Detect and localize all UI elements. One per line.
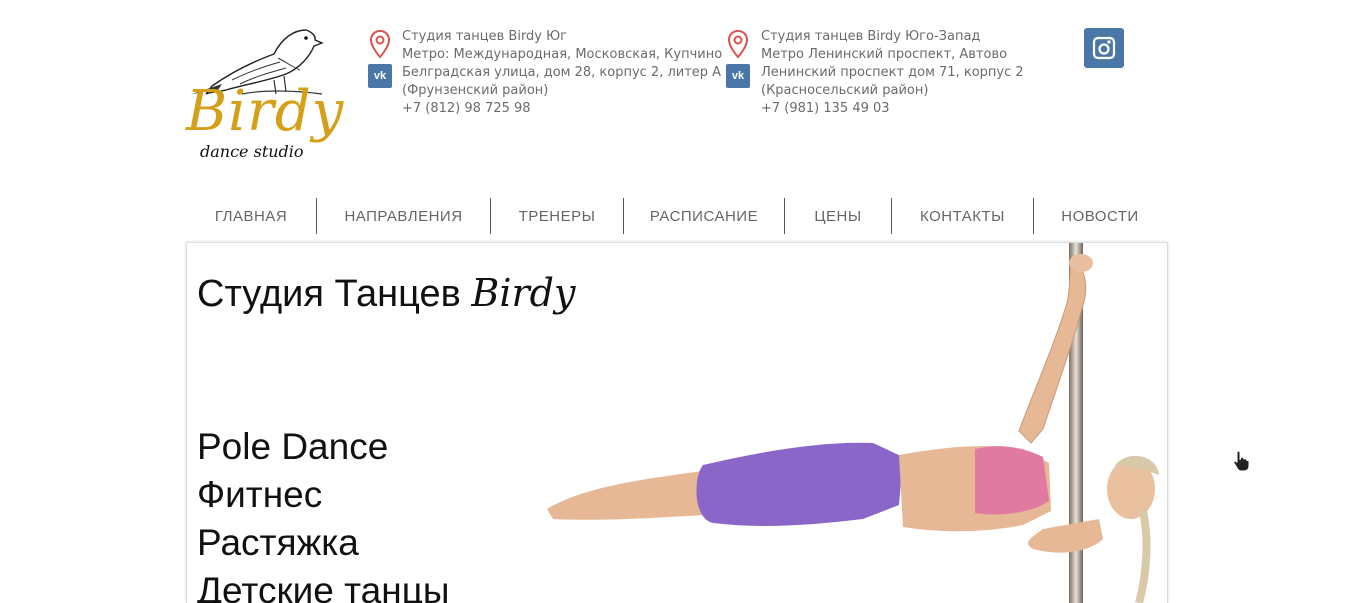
instagram-icon [1092, 36, 1116, 60]
contact-southwest: Студия танцев Birdy Юго-Запад Метро Лени… [761, 28, 1024, 118]
service-item[interactable]: Детские танцы [197, 567, 449, 603]
service-item[interactable]: Фитнес [197, 471, 449, 519]
contact-address: Ленинский проспект дом 71, корпус 2 [761, 65, 1024, 80]
nav-directions[interactable]: НАПРАВЛЕНИЯ [317, 198, 490, 234]
contact-district: (Красносельский район) [761, 83, 929, 98]
pole-dancer-image [547, 243, 1159, 603]
nav-schedule[interactable]: РАСПИСАНИЕ [624, 198, 784, 234]
logo-subtitle: dance studio [200, 142, 304, 161]
main-nav: ГЛАВНАЯ НАПРАВЛЕНИЯ ТРЕНЕРЫ РАСПИСАНИЕ Ц… [186, 198, 1166, 234]
contact-district: (Фрунзенский район) [402, 83, 549, 98]
contact-title: Студия танцев Birdy Юго-Запад [761, 29, 981, 44]
contact-phone[interactable]: +7 (812) 98 725 98 [402, 100, 722, 118]
contact-south: Студия танцев Birdy Юг Метро: Международ… [402, 28, 722, 118]
contact-address: Белградская улица, дом 28, корпус 2, лит… [402, 65, 722, 80]
contact-title: Студия танцев Birdy Юг [402, 29, 568, 44]
location-pin-icon [369, 29, 391, 59]
hero-title-text: Студия Танцев [197, 273, 472, 315]
nav-news[interactable]: НОВОСТИ [1034, 198, 1166, 234]
instagram-button[interactable] [1084, 28, 1124, 68]
logo-wordmark: Birdy [186, 79, 345, 144]
contact-metro: Метро Ленинский проспект, Автово [761, 47, 1008, 62]
hero-title: Студия Танцев Birdy [197, 271, 575, 316]
nav-contacts[interactable]: КОНТАКТЫ [892, 198, 1033, 234]
hand-cursor-icon [1233, 450, 1250, 472]
nav-trainers[interactable]: ТРЕНЕРЫ [491, 198, 623, 234]
contact-metro: Метро: Международная, Московская, Купчин… [402, 47, 723, 62]
location-pin-icon [727, 29, 749, 59]
nav-home[interactable]: ГЛАВНАЯ [186, 198, 316, 234]
contact-phone[interactable]: +7 (981) 135 49 03 [761, 100, 1024, 118]
service-item[interactable]: Pole Dance [197, 423, 449, 471]
vk-icon[interactable]: vk [726, 64, 750, 88]
services-list: Pole Dance Фитнес Растяжка Детские танцы [197, 423, 449, 603]
service-item[interactable]: Растяжка [197, 519, 449, 567]
nav-prices[interactable]: ЦЕНЫ [785, 198, 891, 234]
vk-icon[interactable]: vk [368, 64, 392, 88]
hero-banner: Студия Танцев Birdy Pole Dance Фитнес Ра… [186, 242, 1168, 603]
